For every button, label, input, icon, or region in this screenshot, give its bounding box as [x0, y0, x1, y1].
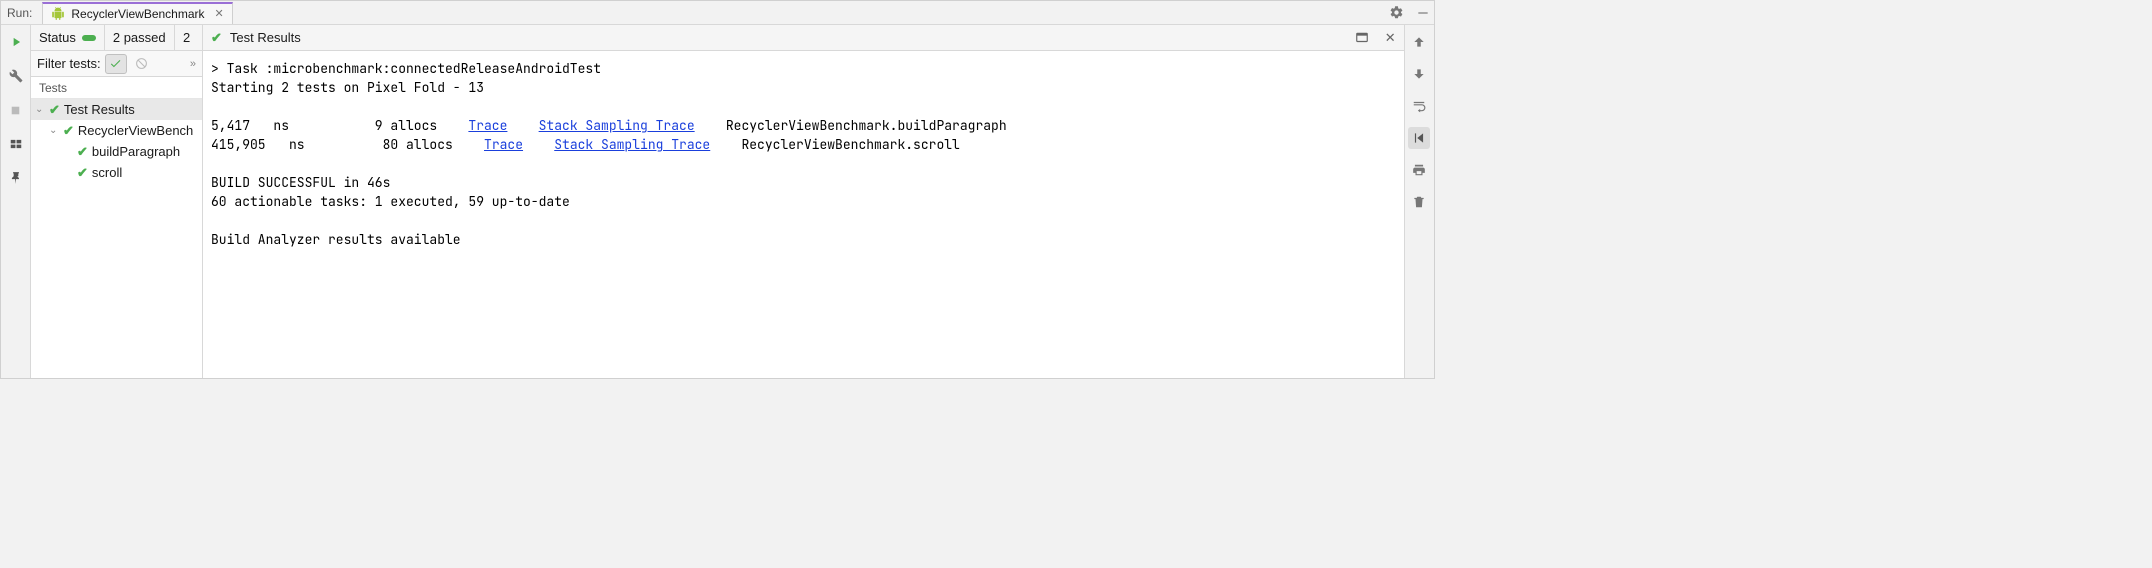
tree-class-label: RecyclerViewBench [78, 123, 193, 138]
rerun-icon[interactable] [7, 33, 25, 51]
up-arrow-icon[interactable] [1408, 31, 1430, 53]
minimize-icon[interactable] [1412, 2, 1434, 24]
console-output[interactable]: > Task :microbenchmark:connectedReleaseA… [203, 51, 1404, 378]
tests-header: Tests [31, 77, 202, 99]
scroll-to-end-icon[interactable] [1408, 127, 1430, 149]
console-column: ✔ Test Results ✕ > Task :microbenchmark:… [203, 25, 1404, 378]
top-bar: Run: RecyclerViewBenchmark ✕ [1, 1, 1434, 25]
test-tree[interactable]: ⌄ ✔ Test Results ⌄ ✔ RecyclerViewBench ✔… [31, 99, 202, 378]
test-panel: Status 2 passed 2 Filter tests: » [31, 25, 203, 378]
gear-icon[interactable] [1386, 2, 1408, 24]
status-cell[interactable]: Status [31, 25, 105, 50]
check-icon: ✔ [77, 144, 88, 160]
filter-label: Filter tests: [37, 56, 101, 71]
status-pill-icon [82, 35, 96, 41]
filter-row: Filter tests: » [31, 51, 202, 77]
check-icon: ✔ [77, 165, 88, 181]
print-icon[interactable] [1408, 159, 1430, 181]
trash-icon[interactable] [1408, 191, 1430, 213]
total-count: 2 [183, 30, 190, 45]
left-gutter [1, 25, 31, 378]
passed-count-cell[interactable]: 2 passed [105, 25, 175, 50]
chevron-down-icon[interactable]: ⌄ [49, 125, 59, 136]
run-tool-window: Run: RecyclerViewBenchmark ✕ [0, 0, 1435, 379]
wrench-icon[interactable] [7, 67, 25, 85]
stop-icon[interactable] [7, 101, 25, 119]
stack-sampling-trace-link[interactable]: Stack Sampling Trace [554, 136, 710, 153]
config-name: RecyclerViewBenchmark [71, 7, 204, 21]
run-config-tab[interactable]: RecyclerViewBenchmark ✕ [42, 2, 232, 24]
expand-filters-icon[interactable]: » [190, 58, 196, 70]
console-title: Test Results [230, 30, 301, 45]
tree-test-label: buildParagraph [92, 144, 180, 159]
tree-test-row[interactable]: ✔ scroll [31, 162, 202, 183]
status-row: Status 2 passed 2 [31, 25, 202, 51]
down-arrow-icon[interactable] [1408, 63, 1430, 85]
stack-sampling-trace-link[interactable]: Stack Sampling Trace [539, 117, 695, 134]
close-tab-icon[interactable]: ✕ [215, 7, 224, 20]
close-icon[interactable]: ✕ [1385, 30, 1396, 46]
trace-link[interactable]: Trace [484, 136, 523, 153]
screenshot-icon[interactable] [1355, 31, 1369, 45]
tree-test-row[interactable]: ✔ buildParagraph [31, 141, 202, 162]
filter-ignored-button[interactable] [131, 54, 153, 74]
tree-class-row[interactable]: ⌄ ✔ RecyclerViewBench [31, 120, 202, 141]
tree-root-label: Test Results [64, 102, 135, 117]
console-header: ✔ Test Results ✕ [203, 25, 1404, 51]
run-label: Run: [7, 6, 32, 20]
soft-wrap-icon[interactable] [1408, 95, 1430, 117]
trace-link[interactable]: Trace [468, 117, 507, 134]
right-gutter [1404, 25, 1434, 378]
check-icon: ✔ [211, 30, 222, 46]
layout-icon[interactable] [7, 135, 25, 153]
filter-passed-button[interactable] [105, 54, 127, 74]
passed-text: 2 passed [113, 30, 166, 45]
check-icon: ✔ [63, 123, 74, 139]
tree-root-row[interactable]: ⌄ ✔ Test Results [31, 99, 202, 120]
tree-test-label: scroll [92, 165, 122, 180]
chevron-down-icon[interactable]: ⌄ [35, 104, 45, 115]
total-count-cell[interactable]: 2 [175, 25, 199, 50]
pin-icon[interactable] [7, 169, 25, 187]
check-icon: ✔ [49, 102, 60, 118]
android-icon [51, 7, 65, 21]
status-label: Status [39, 30, 76, 45]
